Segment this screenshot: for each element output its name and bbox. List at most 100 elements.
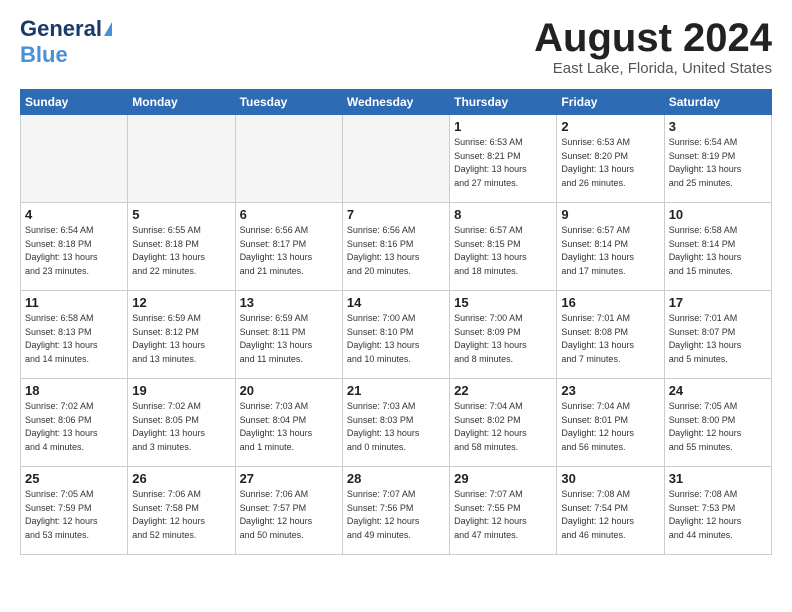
day-number: 31 xyxy=(669,471,767,486)
day-info: Sunrise: 7:01 AM Sunset: 8:08 PM Dayligh… xyxy=(561,312,659,366)
calendar-cell: 29 Sunrise: 7:07 AM Sunset: 7:55 PM Dayli… xyxy=(450,467,557,555)
logo-general-text: General xyxy=(20,16,102,42)
calendar-cell xyxy=(342,115,449,203)
day-number: 15 xyxy=(454,295,552,310)
calendar-cell: 19 Sunrise: 7:02 AM Sunset: 8:05 PM Dayli… xyxy=(128,379,235,467)
calendar-cell: 13 Sunrise: 6:59 AM Sunset: 8:11 PM Dayli… xyxy=(235,291,342,379)
calendar-cell: 7Sunrise: 6:56 AM Sunset: 8:16 PM Daylig… xyxy=(342,203,449,291)
location-title: East Lake, Florida, United States xyxy=(534,60,772,77)
calendar-cell xyxy=(235,115,342,203)
calendar-cell: 28 Sunrise: 7:07 AM Sunset: 7:56 PM Dayli… xyxy=(342,467,449,555)
calendar-cell: 31 Sunrise: 7:08 AM Sunset: 7:53 PM Dayli… xyxy=(664,467,771,555)
weekday-header-wednesday: Wednesday xyxy=(342,90,449,115)
day-number: 13 xyxy=(240,295,338,310)
day-info: Sunrise: 7:07 AM Sunset: 7:56 PM Dayligh… xyxy=(347,488,445,542)
day-number: 8 xyxy=(454,207,552,222)
calendar-cell: 8 Sunrise: 6:57 AM Sunset: 8:15 PM Daylig… xyxy=(450,203,557,291)
weekday-header-tuesday: Tuesday xyxy=(235,90,342,115)
header: General Blue August 2024 East Lake, Flor… xyxy=(20,16,772,77)
day-number: 11 xyxy=(25,295,123,310)
day-info: Sunrise: 6:58 AM Sunset: 8:13 PM Dayligh… xyxy=(25,312,123,366)
day-number: 12 xyxy=(132,295,230,310)
day-info: Sunrise: 7:06 AM Sunset: 7:57 PM Dayligh… xyxy=(240,488,338,542)
calendar-cell: 27Sunrise: 7:06 AM Sunset: 7:57 PM Dayli… xyxy=(235,467,342,555)
calendar-cell: 16 Sunrise: 7:01 AM Sunset: 8:08 PM Dayli… xyxy=(557,291,664,379)
calendar-cell: 11 Sunrise: 6:58 AM Sunset: 8:13 PM Dayli… xyxy=(21,291,128,379)
day-number: 30 xyxy=(561,471,659,486)
day-number: 20 xyxy=(240,383,338,398)
calendar-cell: 23Sunrise: 7:04 AM Sunset: 8:01 PM Dayli… xyxy=(557,379,664,467)
calendar-cell xyxy=(128,115,235,203)
calendar-cell: 4 Sunrise: 6:54 AM Sunset: 8:18 PM Daylig… xyxy=(21,203,128,291)
logo-triangle-icon xyxy=(104,22,112,36)
calendar-cell: 15 Sunrise: 7:00 AM Sunset: 8:09 PM Dayli… xyxy=(450,291,557,379)
calendar-cell: 12 Sunrise: 6:59 AM Sunset: 8:12 PM Dayli… xyxy=(128,291,235,379)
calendar-cell xyxy=(21,115,128,203)
day-info: Sunrise: 7:08 AM Sunset: 7:53 PM Dayligh… xyxy=(669,488,767,542)
day-info: Sunrise: 6:57 AM Sunset: 8:15 PM Dayligh… xyxy=(454,224,552,278)
day-info: Sunrise: 7:03 AM Sunset: 8:04 PM Dayligh… xyxy=(240,400,338,454)
calendar-cell: 26 Sunrise: 7:06 AM Sunset: 7:58 PM Dayli… xyxy=(128,467,235,555)
day-info: Sunrise: 7:04 AM Sunset: 8:02 PM Dayligh… xyxy=(454,400,552,454)
weekday-header-thursday: Thursday xyxy=(450,90,557,115)
calendar-cell: 30Sunrise: 7:08 AM Sunset: 7:54 PM Dayli… xyxy=(557,467,664,555)
day-number: 6 xyxy=(240,207,338,222)
day-info: Sunrise: 7:06 AM Sunset: 7:58 PM Dayligh… xyxy=(132,488,230,542)
weekday-header-row: SundayMondayTuesdayWednesdayThursdayFrid… xyxy=(21,90,772,115)
day-info: Sunrise: 6:59 AM Sunset: 8:11 PM Dayligh… xyxy=(240,312,338,366)
weekday-header-sunday: Sunday xyxy=(21,90,128,115)
calendar-cell: 1Sunrise: 6:53 AM Sunset: 8:21 PM Daylig… xyxy=(450,115,557,203)
day-info: Sunrise: 6:54 AM Sunset: 8:18 PM Dayligh… xyxy=(25,224,123,278)
day-info: Sunrise: 7:02 AM Sunset: 8:06 PM Dayligh… xyxy=(25,400,123,454)
day-number: 25 xyxy=(25,471,123,486)
day-number: 2 xyxy=(561,119,659,134)
day-info: Sunrise: 7:00 AM Sunset: 8:09 PM Dayligh… xyxy=(454,312,552,366)
logo-blue-text: Blue xyxy=(20,42,112,68)
day-info: Sunrise: 7:05 AM Sunset: 8:00 PM Dayligh… xyxy=(669,400,767,454)
day-number: 16 xyxy=(561,295,659,310)
day-number: 7 xyxy=(347,207,445,222)
day-info: Sunrise: 6:57 AM Sunset: 8:14 PM Dayligh… xyxy=(561,224,659,278)
day-number: 22 xyxy=(454,383,552,398)
calendar-table: SundayMondayTuesdayWednesdayThursdayFrid… xyxy=(20,89,772,555)
calendar-cell: 10 Sunrise: 6:58 AM Sunset: 8:14 PM Dayli… xyxy=(664,203,771,291)
calendar-cell: 24Sunrise: 7:05 AM Sunset: 8:00 PM Dayli… xyxy=(664,379,771,467)
day-number: 10 xyxy=(669,207,767,222)
day-info: Sunrise: 6:59 AM Sunset: 8:12 PM Dayligh… xyxy=(132,312,230,366)
weekday-header-saturday: Saturday xyxy=(664,90,771,115)
calendar-cell: 25 Sunrise: 7:05 AM Sunset: 7:59 PM Dayli… xyxy=(21,467,128,555)
calendar-week-3: 11 Sunrise: 6:58 AM Sunset: 8:13 PM Dayli… xyxy=(21,291,772,379)
day-number: 19 xyxy=(132,383,230,398)
day-info: Sunrise: 6:53 AM Sunset: 8:20 PM Dayligh… xyxy=(561,136,659,190)
day-info: Sunrise: 6:53 AM Sunset: 8:21 PM Dayligh… xyxy=(454,136,552,190)
day-number: 17 xyxy=(669,295,767,310)
calendar-week-2: 4 Sunrise: 6:54 AM Sunset: 8:18 PM Daylig… xyxy=(21,203,772,291)
calendar-cell: 5Sunrise: 6:55 AM Sunset: 8:18 PM Daylig… xyxy=(128,203,235,291)
day-number: 26 xyxy=(132,471,230,486)
weekday-header-friday: Friday xyxy=(557,90,664,115)
day-number: 29 xyxy=(454,471,552,486)
calendar-cell: 14Sunrise: 7:00 AM Sunset: 8:10 PM Dayli… xyxy=(342,291,449,379)
day-info: Sunrise: 7:02 AM Sunset: 8:05 PM Dayligh… xyxy=(132,400,230,454)
calendar-cell: 9 Sunrise: 6:57 AM Sunset: 8:14 PM Daylig… xyxy=(557,203,664,291)
day-info: Sunrise: 7:05 AM Sunset: 7:59 PM Dayligh… xyxy=(25,488,123,542)
day-info: Sunrise: 7:01 AM Sunset: 8:07 PM Dayligh… xyxy=(669,312,767,366)
day-info: Sunrise: 7:07 AM Sunset: 7:55 PM Dayligh… xyxy=(454,488,552,542)
calendar-cell: 20 Sunrise: 7:03 AM Sunset: 8:04 PM Dayli… xyxy=(235,379,342,467)
day-number: 3 xyxy=(669,119,767,134)
day-info: Sunrise: 6:55 AM Sunset: 8:18 PM Dayligh… xyxy=(132,224,230,278)
day-number: 14 xyxy=(347,295,445,310)
day-info: Sunrise: 6:54 AM Sunset: 8:19 PM Dayligh… xyxy=(669,136,767,190)
calendar-week-1: 1Sunrise: 6:53 AM Sunset: 8:21 PM Daylig… xyxy=(21,115,772,203)
day-number: 21 xyxy=(347,383,445,398)
day-number: 4 xyxy=(25,207,123,222)
calendar-cell: 3 Sunrise: 6:54 AM Sunset: 8:19 PM Daylig… xyxy=(664,115,771,203)
calendar-cell: 6Sunrise: 6:56 AM Sunset: 8:17 PM Daylig… xyxy=(235,203,342,291)
day-number: 28 xyxy=(347,471,445,486)
day-info: Sunrise: 7:04 AM Sunset: 8:01 PM Dayligh… xyxy=(561,400,659,454)
calendar-week-5: 25 Sunrise: 7:05 AM Sunset: 7:59 PM Dayli… xyxy=(21,467,772,555)
calendar-cell: 21Sunrise: 7:03 AM Sunset: 8:03 PM Dayli… xyxy=(342,379,449,467)
logo: General Blue xyxy=(20,16,112,68)
day-number: 9 xyxy=(561,207,659,222)
day-info: Sunrise: 6:58 AM Sunset: 8:14 PM Dayligh… xyxy=(669,224,767,278)
